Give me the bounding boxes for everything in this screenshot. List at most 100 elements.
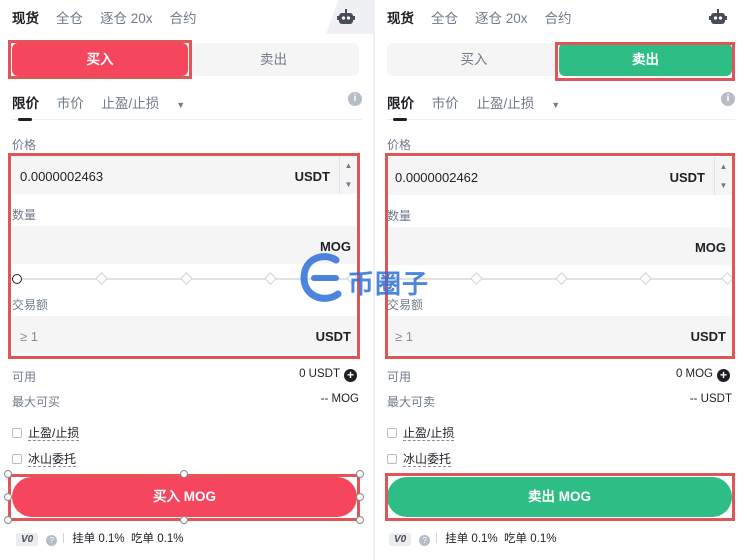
sell-side-button[interactable]: 卖出: [188, 43, 359, 76]
available-value: 0 USDT: [299, 368, 340, 380]
maker-fee: 挂单 0.1%: [445, 533, 498, 545]
iceberg-checkbox[interactable]: 冰山委托: [12, 450, 77, 467]
slider-mark-25[interactable]: [95, 272, 108, 285]
slider-mark-50[interactable]: [555, 272, 568, 285]
price-stepper[interactable]: ▲ ▼: [714, 157, 732, 195]
caret-down-icon: ▼: [551, 100, 561, 110]
price-label: 价格: [12, 138, 37, 152]
vip-badge: V0: [389, 533, 412, 546]
order-type-tabs: 限价 市价 止盈/止损 ▼ i: [12, 92, 362, 120]
tab-stop[interactable]: 止盈/止损 ▼: [102, 96, 200, 111]
total-unit: USDT: [315, 329, 351, 344]
tab-cross[interactable]: 全仓: [56, 7, 83, 27]
total-placeholder: ≥ 1: [395, 329, 413, 344]
tab-isolated[interactable]: 逐仓 20x: [100, 7, 153, 27]
checkbox-icon: [12, 454, 22, 464]
info-icon[interactable]: i: [721, 92, 735, 106]
tab-cross[interactable]: 全仓: [431, 7, 458, 27]
checkbox-icon: [387, 428, 397, 438]
caret-down-icon: ▼: [176, 100, 186, 110]
tab-futures[interactable]: 合约: [545, 7, 572, 27]
sell-side-button[interactable]: 卖出: [559, 43, 732, 76]
order-type-tabs: 限价 市价 止盈/止损 ▼ i: [387, 92, 735, 120]
available-row: 0 MOG +: [676, 368, 730, 382]
watermark-text: 币圈子: [348, 269, 430, 299]
selection-handle: [356, 493, 364, 501]
price-unit: USDT: [294, 169, 330, 184]
separator: [436, 533, 438, 543]
info-icon[interactable]: i: [348, 92, 362, 106]
price-stepper[interactable]: ▲ ▼: [339, 156, 357, 194]
iceberg-label: 冰山委托: [403, 452, 452, 467]
checkbox-icon: [387, 454, 397, 464]
total-unit: USDT: [690, 329, 726, 344]
price-field[interactable]: 0.0000002462 USDT ▲ ▼: [387, 157, 732, 195]
help-icon[interactable]: ?: [46, 535, 58, 546]
side-toggle: 买入 卖出: [12, 43, 359, 76]
iceberg-checkbox[interactable]: 冰山委托: [387, 450, 452, 467]
buy-side-button[interactable]: 买入: [387, 43, 561, 76]
available-label: 可用: [12, 370, 37, 384]
slider-mark-50[interactable]: [180, 272, 193, 285]
tab-futures[interactable]: 合约: [170, 7, 197, 27]
total-label: 交易额: [12, 298, 49, 312]
amount-unit: MOG: [694, 240, 726, 255]
max-buy-value: -- MOG: [320, 393, 359, 405]
tab-isolated[interactable]: 逐仓 20x: [475, 7, 528, 27]
tpsl-checkbox[interactable]: 止盈/止损: [387, 424, 455, 441]
total-field[interactable]: ≥ 1 USDT: [387, 316, 732, 354]
selection-handle: [4, 516, 12, 524]
decrement-icon[interactable]: ▼: [340, 175, 357, 194]
market-tabs: 现货 全仓 逐仓 20x 合约: [12, 7, 214, 27]
max-sell-label: 最大可卖: [387, 395, 436, 409]
selection-handle: [4, 493, 12, 501]
taker-fee: 吃单 0.1%: [131, 533, 184, 545]
tab-market[interactable]: 市价: [432, 96, 459, 111]
tpsl-label: 止盈/止损: [403, 426, 455, 441]
tab-limit[interactable]: 限价: [387, 96, 414, 111]
robot-icon[interactable]: [337, 9, 355, 24]
buy-side-button[interactable]: 买入: [12, 43, 188, 76]
slider-mark-75[interactable]: [639, 272, 652, 285]
available-label: 可用: [387, 370, 412, 384]
available-value: 0 MOG: [675, 368, 713, 380]
increment-icon[interactable]: ▲: [340, 156, 357, 175]
fee-row: V0? 挂单 0.1% 吃单 0.1%: [16, 530, 183, 546]
buy-mog-button[interactable]: 买入 MOG: [12, 477, 357, 517]
sell-mog-button[interactable]: 卖出 MOG: [387, 477, 732, 517]
slider-mark-25[interactable]: [470, 272, 483, 285]
tab-spot[interactable]: 现货: [387, 7, 414, 27]
decrement-icon[interactable]: ▼: [715, 176, 732, 195]
price-label: 价格: [387, 138, 412, 152]
tab-market[interactable]: 市价: [57, 96, 84, 111]
help-icon[interactable]: ?: [419, 535, 431, 546]
watermark-logo: 币圈子: [296, 248, 456, 308]
market-tabs: 现货 全仓 逐仓 20x 合约: [387, 7, 589, 27]
max-buy-label: 最大可买: [12, 395, 61, 409]
add-funds-icon[interactable]: +: [344, 369, 357, 382]
increment-icon[interactable]: ▲: [715, 157, 732, 176]
tab-spot[interactable]: 现货: [12, 7, 39, 27]
amount-label: 数量: [387, 209, 412, 223]
stop-label: 止盈/止损: [476, 96, 535, 111]
robot-icon[interactable]: [709, 9, 727, 24]
side-toggle: 买入 卖出: [387, 43, 732, 76]
tab-stop[interactable]: 止盈/止损 ▼: [477, 96, 575, 111]
tab-limit[interactable]: 限价: [12, 96, 39, 111]
iceberg-label: 冰山委托: [28, 452, 77, 467]
vip-badge: V0: [16, 533, 39, 546]
stop-label: 止盈/止损: [101, 96, 160, 111]
separator: [63, 533, 65, 543]
watermark-e-icon: [300, 253, 342, 302]
add-funds-icon[interactable]: +: [717, 369, 730, 382]
price-value: 0.0000002462: [395, 170, 479, 185]
total-field[interactable]: ≥ 1 USDT: [12, 316, 357, 354]
max-sell-value: -- USDT: [689, 393, 732, 405]
tpsl-checkbox[interactable]: 止盈/止损: [12, 424, 80, 441]
price-field[interactable]: 0.0000002463 USDT ▲ ▼: [12, 156, 357, 194]
slider-mark-100[interactable]: [721, 272, 734, 285]
selection-handle: [356, 470, 364, 478]
amount-label: 数量: [12, 208, 37, 222]
slider-handle[interactable]: [12, 274, 22, 284]
slider-mark-75[interactable]: [264, 272, 277, 285]
